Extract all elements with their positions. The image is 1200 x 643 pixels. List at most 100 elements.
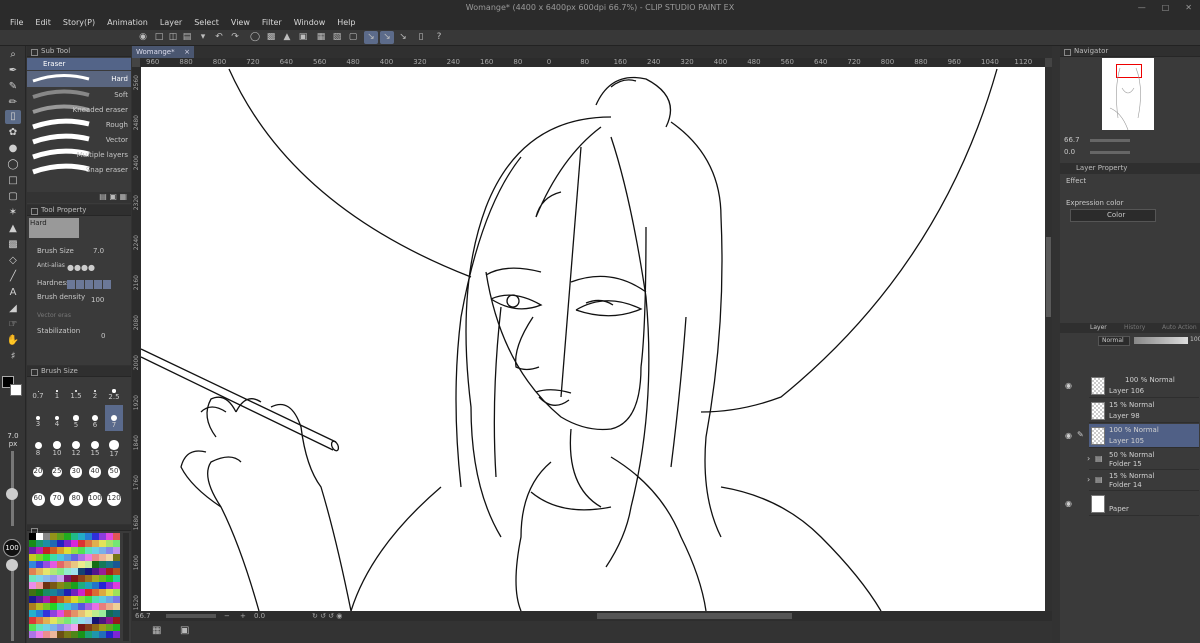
palette-swatch[interactable] — [113, 610, 120, 617]
brush-size-preset[interactable]: 60 — [29, 486, 47, 512]
palette-swatch[interactable] — [71, 575, 78, 582]
palette-swatch[interactable] — [78, 624, 85, 631]
palette-swatch[interactable] — [43, 540, 50, 547]
mesh-icon[interactable]: ▧ — [330, 31, 344, 44]
menu-help[interactable]: Help — [331, 15, 361, 30]
opacity-slider-handle[interactable] — [6, 559, 18, 571]
palette-swatch[interactable] — [64, 554, 71, 561]
auto-select-icon[interactable]: ✶ — [5, 206, 21, 220]
crop-icon[interactable]: ▦ — [314, 31, 328, 44]
palette-swatch[interactable] — [57, 547, 64, 554]
navigator-angle-slider[interactable] — [1090, 151, 1130, 154]
palette-swatch[interactable] — [43, 582, 50, 589]
palette-swatch[interactable] — [99, 617, 106, 624]
palette-swatch[interactable] — [36, 589, 43, 596]
palette-swatch[interactable] — [78, 554, 85, 561]
palette-swatch[interactable] — [29, 631, 36, 638]
palette-scrollbar[interactable] — [123, 533, 129, 641]
sub-tool-item[interactable]: Kneaded eraser — [27, 102, 131, 117]
palette-swatch[interactable] — [50, 582, 57, 589]
palette-swatch[interactable] — [50, 533, 57, 540]
palette-swatch[interactable] — [92, 554, 99, 561]
new-file-icon[interactable]: □ — [152, 31, 166, 44]
palette-swatch[interactable] — [57, 631, 64, 638]
snap-grid-icon[interactable]: ↘ — [396, 31, 410, 44]
balloon-tool-icon[interactable]: ◢ — [5, 302, 21, 316]
palette-swatch[interactable] — [43, 603, 50, 610]
sub-tool-item[interactable]: Multiple layers — [27, 147, 131, 162]
palette-swatch[interactable] — [36, 631, 43, 638]
palette-swatch[interactable] — [99, 582, 106, 589]
palette-swatch[interactable] — [92, 631, 99, 638]
palette-swatch[interactable] — [92, 617, 99, 624]
hardness-slider[interactable] — [67, 280, 111, 289]
palette-swatch[interactable] — [99, 589, 106, 596]
palette-swatch[interactable] — [29, 617, 36, 624]
visibility-eye-icon[interactable]: ◉ — [1065, 381, 1072, 390]
chevron-down-icon[interactable]: ▾ — [196, 31, 210, 44]
palette-swatch[interactable] — [29, 596, 36, 603]
palette-swatch[interactable] — [64, 568, 71, 575]
palette-swatch[interactable] — [43, 589, 50, 596]
menu-animation[interactable]: Animation — [101, 15, 154, 30]
palette-swatch[interactable] — [50, 561, 57, 568]
palette-swatch[interactable] — [78, 582, 85, 589]
palette-swatch[interactable] — [64, 624, 71, 631]
brush-size-preset[interactable]: 2 — [86, 378, 104, 404]
menu-layer[interactable]: Layer — [154, 15, 188, 30]
palette-swatch[interactable] — [92, 596, 99, 603]
brush-size-row[interactable]: Brush Size 7.0 — [27, 247, 131, 261]
palette-swatch[interactable] — [71, 547, 78, 554]
layer-opacity-slider[interactable] — [1134, 337, 1188, 344]
palette-swatch[interactable] — [36, 624, 43, 631]
snap-ruler-icon[interactable]: ↘ — [364, 31, 378, 44]
palette-swatch[interactable] — [106, 617, 113, 624]
palette-swatch[interactable] — [106, 582, 113, 589]
navigator-zoom-slider[interactable] — [1090, 139, 1130, 142]
rectangle-select-icon[interactable]: ▢ — [5, 190, 21, 204]
story-page-icon[interactable]: ▦ — [152, 625, 161, 636]
palette-swatch[interactable] — [64, 589, 71, 596]
app-icon[interactable]: ◉ — [136, 31, 150, 44]
sub-tool-item[interactable]: Soft — [27, 87, 131, 102]
palette-swatch[interactable] — [113, 596, 120, 603]
palette-swatch[interactable] — [85, 568, 92, 575]
palette-swatch[interactable] — [57, 575, 64, 582]
layer-row[interactable]: 15 % Normal Layer 98 — [1089, 399, 1199, 423]
palette-swatch[interactable] — [36, 533, 43, 540]
navigator-preview[interactable] — [1102, 58, 1154, 130]
zoom-slider[interactable] — [166, 614, 216, 618]
navigator-angle-row[interactable]: 0.0 — [1060, 148, 1200, 158]
layer-row[interactable]: ◉ Paper — [1065, 492, 1199, 516]
layer-folder-row[interactable]: › ▤ 15 % Normal Folder 14 — [1087, 470, 1199, 491]
brush-size-preset[interactable]: 100 — [86, 486, 104, 512]
palette-swatch[interactable] — [64, 533, 71, 540]
sub-tool-group-eraser[interactable]: Eraser — [27, 58, 131, 70]
palette-swatch[interactable] — [57, 561, 64, 568]
palette-swatch[interactable] — [64, 547, 71, 554]
palette-swatch[interactable] — [78, 568, 85, 575]
palette-swatch[interactable] — [64, 561, 71, 568]
palette-swatch[interactable] — [29, 561, 36, 568]
palette-swatch[interactable] — [85, 596, 92, 603]
line-tool-icon[interactable]: ╱ — [5, 270, 21, 284]
brush-size-preset[interactable]: 3 — [29, 405, 47, 431]
palette-swatch[interactable] — [92, 582, 99, 589]
stabilization-row[interactable]: Stabilization 0 — [27, 327, 131, 341]
canvas-tab[interactable]: Womange* × — [132, 46, 194, 58]
palette-swatch[interactable] — [29, 624, 36, 631]
palette-swatch[interactable] — [99, 554, 106, 561]
palette-swatch[interactable] — [29, 547, 36, 554]
palette-swatch[interactable] — [99, 610, 106, 617]
palette-swatch[interactable] — [85, 631, 92, 638]
sub-tool-item[interactable]: Rough — [27, 117, 131, 132]
brush-density-field[interactable]: 100 — [91, 296, 104, 304]
palette-swatch[interactable] — [43, 547, 50, 554]
tab-close-icon[interactable]: × — [184, 46, 190, 58]
palette-swatch[interactable] — [29, 554, 36, 561]
sub-tool-item[interactable]: Hard — [27, 71, 131, 87]
palette-swatch[interactable] — [113, 624, 120, 631]
layer-row[interactable]: ◉ 100 % Normal Layer 106 — [1065, 374, 1199, 398]
palette-swatch[interactable] — [29, 582, 36, 589]
palette-swatch[interactable] — [99, 575, 106, 582]
